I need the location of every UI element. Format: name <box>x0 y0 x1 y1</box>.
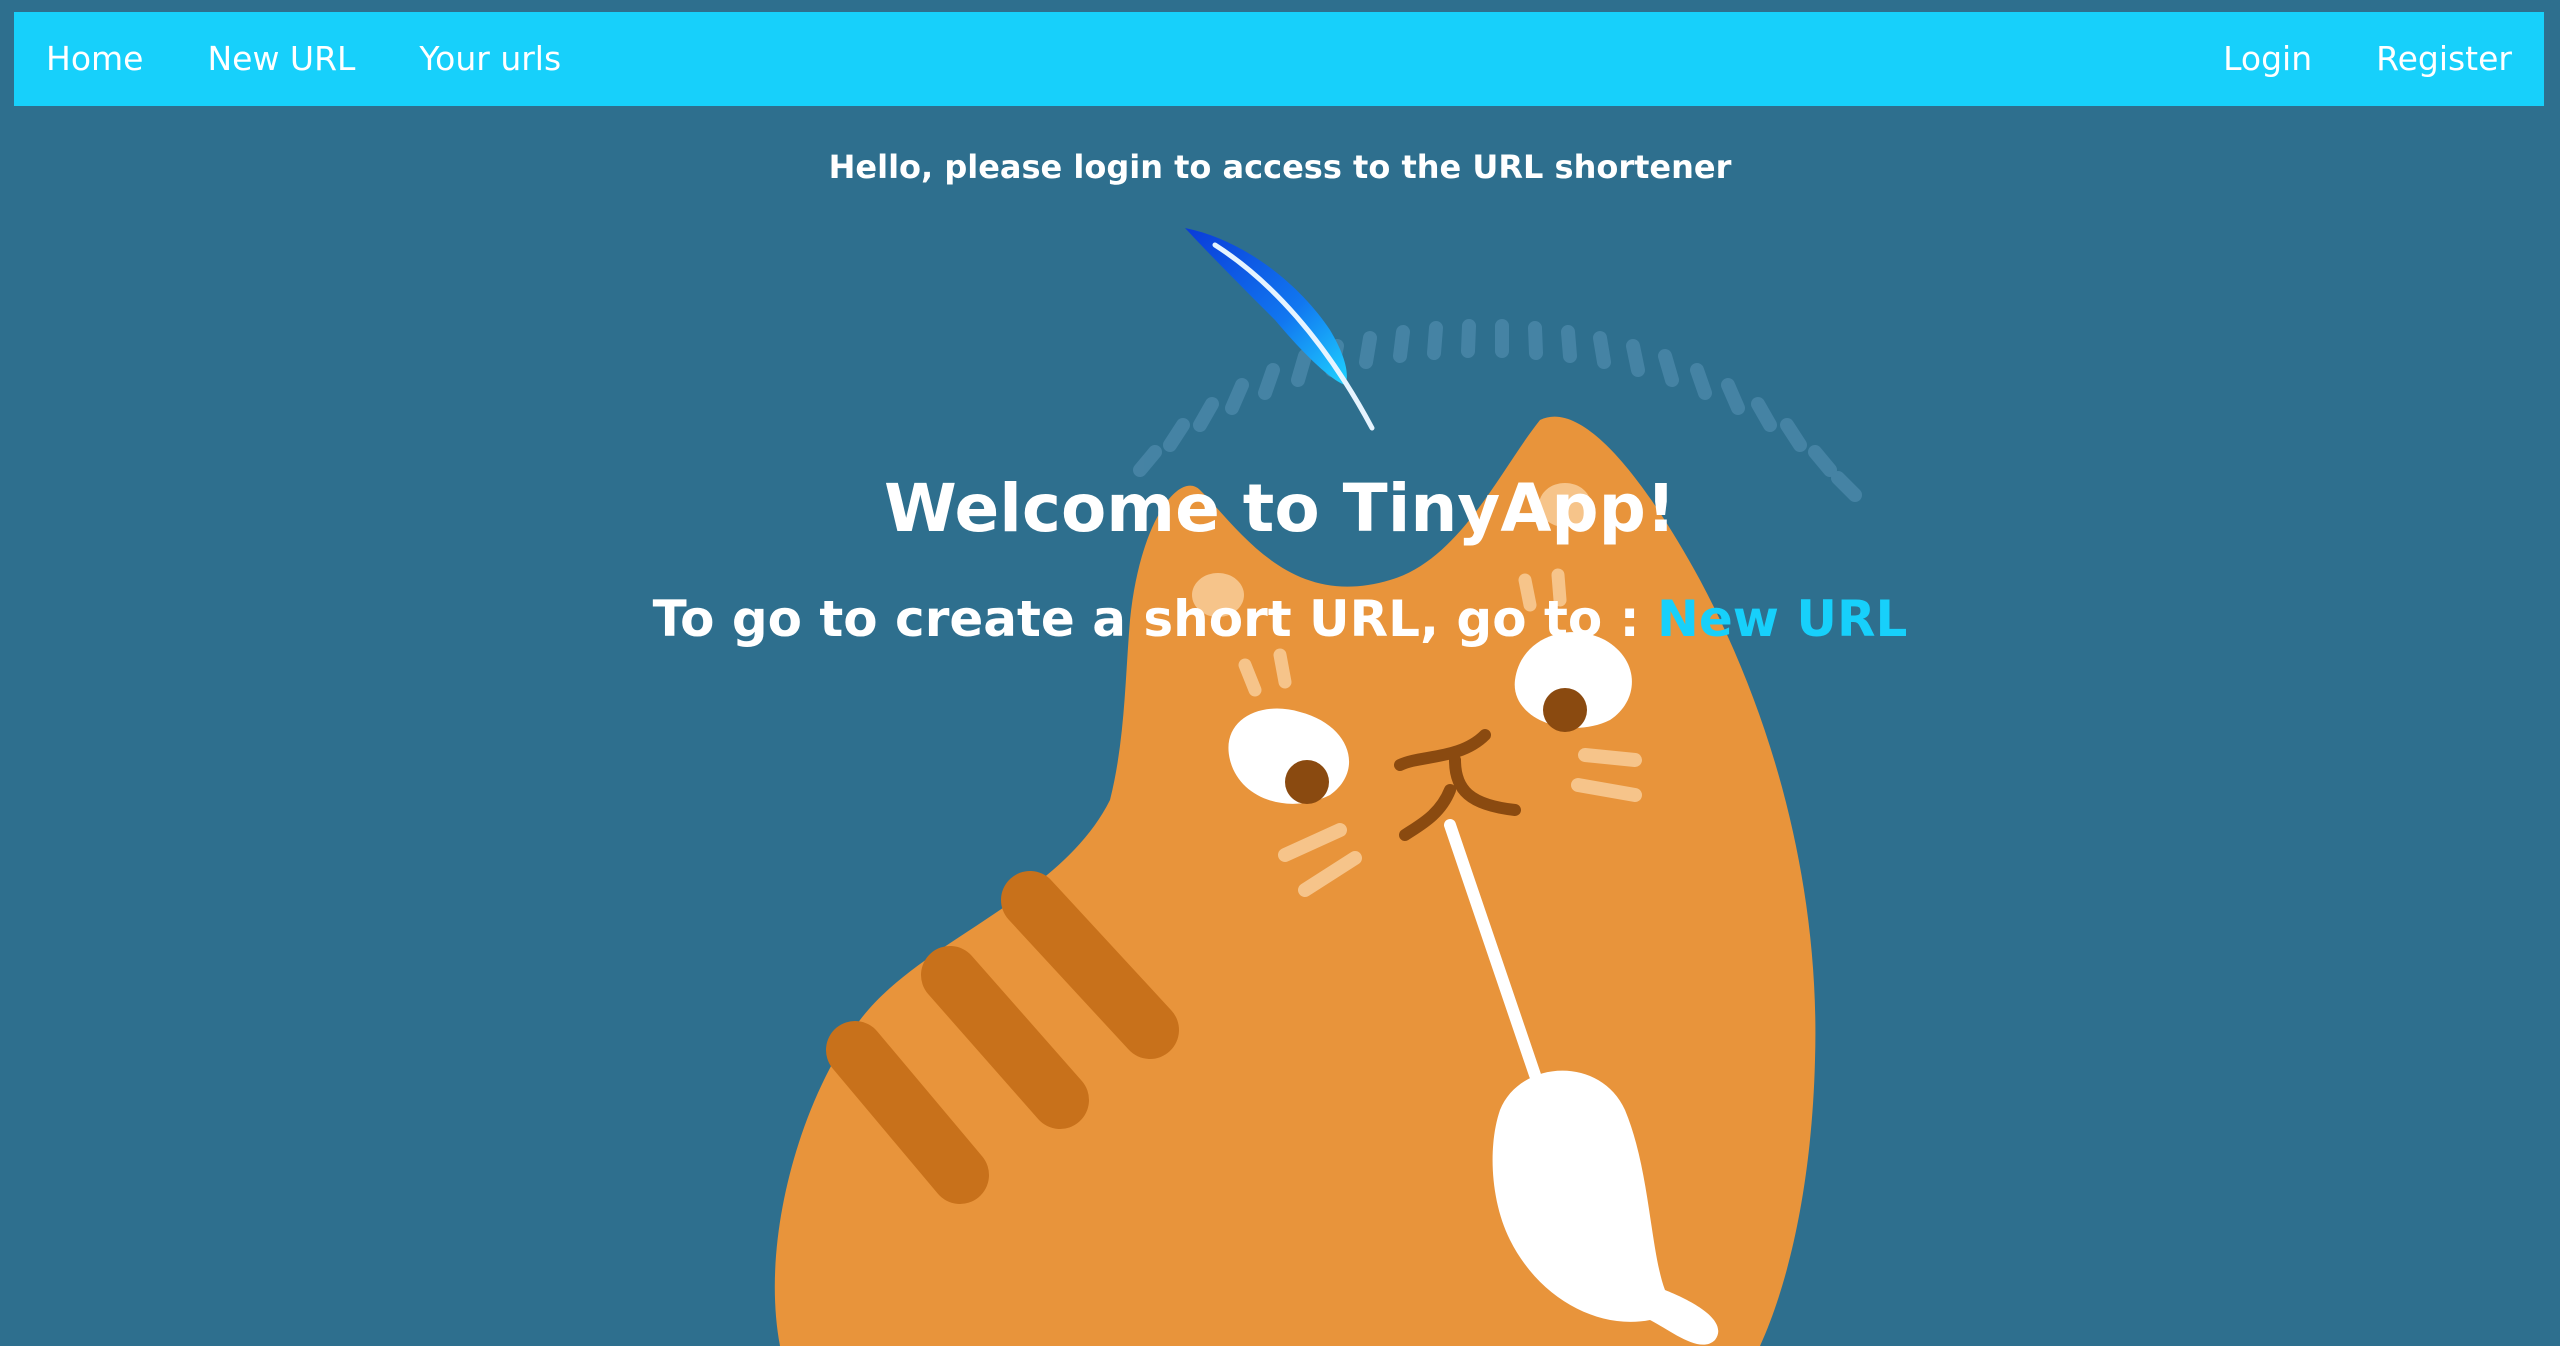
cat-body <box>774 416 1816 1346</box>
new-url-link[interactable]: New URL <box>1657 590 1907 648</box>
top-navbar: Home New URL Your urls Login Register <box>14 12 2544 106</box>
nav-left-group: Home New URL Your urls <box>14 12 593 106</box>
nav-new-url-link[interactable]: New URL <box>175 12 387 106</box>
page: Home New URL Your urls Login Register He… <box>0 0 2560 1346</box>
nav-login-link[interactable]: Login <box>2191 12 2344 106</box>
nav-register-link[interactable]: Register <box>2344 12 2544 106</box>
login-greeting: Hello, please login to access to the URL… <box>828 148 1732 186</box>
page-title: Welcome to TinyApp! <box>884 470 1676 547</box>
nav-your-urls-link[interactable]: Your urls <box>387 12 593 106</box>
cat-illustration <box>774 228 1862 1346</box>
nav-home-link[interactable]: Home <box>14 12 175 106</box>
instruction-line: To go to create a short URL, go to : New… <box>0 590 2560 648</box>
nav-right-group: Login Register <box>2191 12 2544 106</box>
instruction-text: To go to create a short URL, go to : <box>652 590 1658 648</box>
